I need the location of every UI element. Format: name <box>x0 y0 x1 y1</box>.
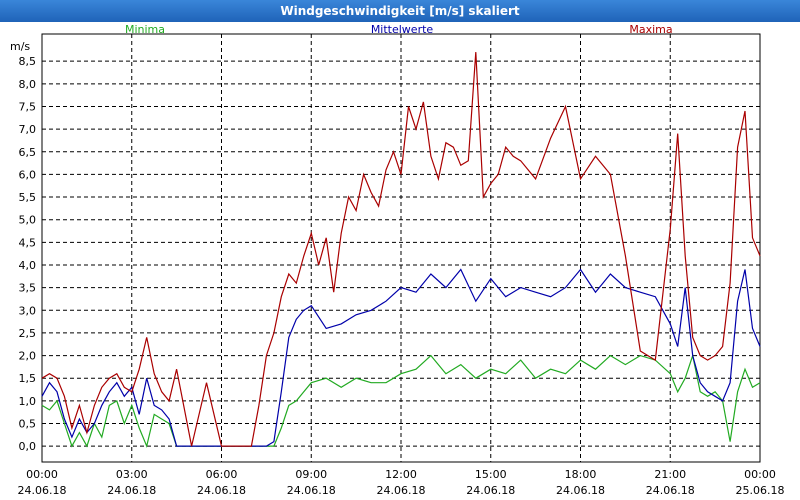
y-tick-label: 1,0 <box>19 395 37 408</box>
legend-maxima: Maxima <box>629 23 672 36</box>
y-tick-label: 7,0 <box>19 123 37 136</box>
x-tick-time: 03:00 <box>116 468 148 481</box>
x-tick-time: 21:00 <box>654 468 686 481</box>
chart-title: Windgeschwindigkeit [m/s] skaliert <box>0 0 800 22</box>
x-tick-time: 12:00 <box>385 468 417 481</box>
y-tick-label: 2,5 <box>19 327 37 340</box>
x-tick-date: 25.06.18 <box>736 484 785 497</box>
x-tick-date: 24.06.18 <box>466 484 515 497</box>
x-tick-date: 24.06.18 <box>377 484 426 497</box>
y-tick-label: 4,0 <box>19 259 37 272</box>
legend-mittelwerte: Mittelwerte <box>371 23 434 36</box>
x-tick-date: 24.06.18 <box>18 484 67 497</box>
y-tick-label: 5,0 <box>19 214 37 227</box>
x-tick-date: 24.06.18 <box>556 484 605 497</box>
y-tick-label: 8,5 <box>19 55 37 68</box>
y-tick-label: 3,0 <box>19 304 37 317</box>
x-tick-date: 24.06.18 <box>287 484 336 497</box>
x-tick-time: 09:00 <box>295 468 327 481</box>
legend-minima: Minima <box>125 23 165 36</box>
x-tick-date: 24.06.18 <box>197 484 246 497</box>
y-tick-label: 4,5 <box>19 236 37 249</box>
x-tick-time: 18:00 <box>565 468 597 481</box>
x-tick-time: 15:00 <box>475 468 507 481</box>
y-tick-label: 0,0 <box>19 440 37 453</box>
y-tick-label: 0,5 <box>19 418 37 431</box>
y-tick-label: 6,5 <box>19 146 37 159</box>
y-tick-label: 5,5 <box>19 191 37 204</box>
y-tick-label: 1,5 <box>19 372 37 385</box>
x-tick-time: 00:00 <box>744 468 776 481</box>
line-chart: m/s 0,0 0,5 1,0 1,5 2,0 2,5 3,0 3,5 4,0 4,5 5,0 5,5… <box>10 23 785 497</box>
x-tick-date: 24.06.18 <box>107 484 156 497</box>
x-tick-labels: 00:00 24.06.18 03:00 24.06.18 06:00 24.06.18 0… <box>18 468 785 497</box>
y-tick-labels: 0,0 0,5 1,0 1,5 2,0 2,5 3,0 3,5 4,0 4,5 5,0 5,5 6,0 6… <box>19 55 37 453</box>
x-tick-time: 00:00 <box>26 468 58 481</box>
x-tick-time: 06:00 <box>206 468 238 481</box>
grid <box>42 34 760 462</box>
y-axis-unit: m/s <box>10 40 30 53</box>
y-tick-label: 6,0 <box>19 168 37 181</box>
x-tick-date: 24.06.18 <box>646 484 695 497</box>
y-tick-label: 3,5 <box>19 282 37 295</box>
y-tick-label: 2,0 <box>19 350 37 363</box>
y-tick-label: 7,5 <box>19 100 37 113</box>
chart-window: Windgeschwindigkeit [m/s] skaliert m/s 0… <box>0 0 800 500</box>
y-tick-label: 8,0 <box>19 78 37 91</box>
